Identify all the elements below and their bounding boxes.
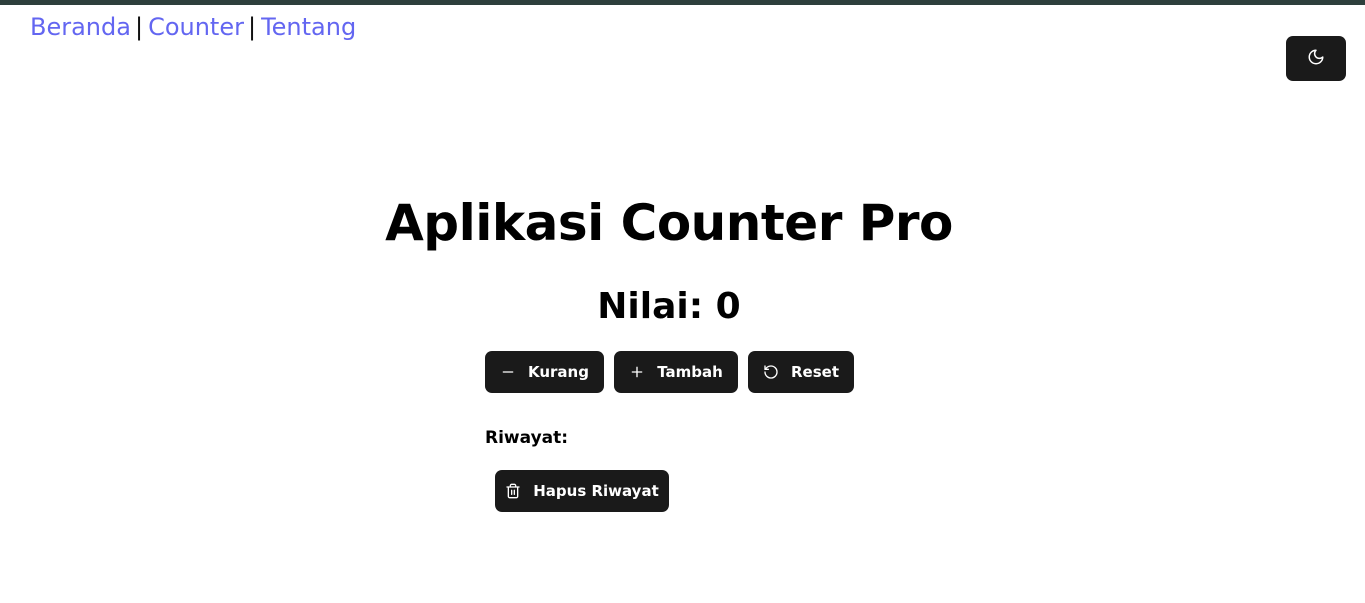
- history-label: Riwayat:: [485, 428, 569, 448]
- top-border: [0, 0, 1365, 5]
- decrement-button-label: Kurang: [528, 363, 589, 381]
- plus-icon: [631, 366, 643, 378]
- nav-link-counter[interactable]: Counter: [148, 13, 244, 41]
- decrement-button[interactable]: Kurang: [485, 351, 604, 393]
- reset-button[interactable]: Reset: [748, 351, 854, 393]
- main-nav: Beranda | Counter | Tentang: [30, 10, 356, 44]
- counter-value: Nilai: 0: [597, 286, 741, 327]
- nav-link-tentang[interactable]: Tentang: [261, 13, 356, 41]
- reset-button-label: Reset: [791, 363, 839, 381]
- nav-link-beranda[interactable]: Beranda: [30, 13, 131, 41]
- page-title: Aplikasi Counter Pro: [385, 194, 953, 252]
- trash-icon: [506, 483, 520, 499]
- nav-separator: |: [134, 13, 144, 41]
- nav-separator: |: [247, 13, 257, 41]
- theme-toggle-button[interactable]: [1286, 36, 1346, 81]
- clear-history-button-label: Hapus Riwayat: [533, 482, 659, 500]
- moon-icon: [1307, 48, 1325, 70]
- clear-history-button[interactable]: Hapus Riwayat: [495, 470, 669, 512]
- minus-icon: [502, 371, 514, 373]
- rotate-ccw-icon: [764, 365, 778, 379]
- increment-button-label: Tambah: [657, 363, 723, 381]
- increment-button[interactable]: Tambah: [614, 351, 738, 393]
